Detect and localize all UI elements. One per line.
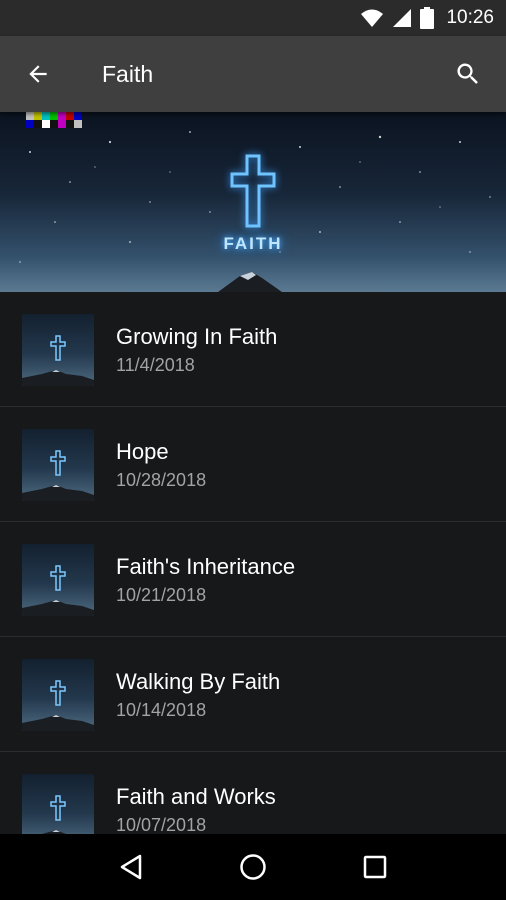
status-time: 10:26 bbox=[446, 7, 494, 28]
list-item[interactable]: Growing In Faith 11/4/2018 bbox=[0, 292, 506, 407]
search-icon bbox=[457, 63, 478, 84]
episode-thumbnail bbox=[22, 774, 94, 834]
episode-date: 10/28/2018 bbox=[116, 470, 207, 490]
nav-home-button[interactable] bbox=[229, 843, 277, 891]
cross-thumbnail-icon bbox=[22, 450, 94, 501]
page-title: Faith bbox=[102, 61, 154, 87]
system-nav-bar bbox=[0, 834, 506, 900]
search-button[interactable] bbox=[448, 54, 488, 94]
back-button[interactable] bbox=[18, 54, 58, 94]
list-item[interactable]: Faith and Works 10/07/2018 bbox=[0, 752, 506, 834]
episode-date: 10/07/2018 bbox=[116, 815, 207, 834]
episode-thumbnail bbox=[22, 544, 94, 616]
starry-sky-illustration bbox=[19, 131, 491, 292]
series-logo-text: FAITH bbox=[223, 234, 283, 253]
cross-thumbnail-icon bbox=[22, 565, 94, 616]
nav-recents-button[interactable] bbox=[351, 843, 399, 891]
back-triangle-icon bbox=[120, 854, 142, 880]
episode-title: Walking By Faith bbox=[116, 669, 281, 694]
episode-title: Faith's Inheritance bbox=[116, 554, 296, 579]
episode-date: 10/14/2018 bbox=[116, 700, 207, 720]
episode-date: 11/4/2018 bbox=[116, 355, 195, 375]
episode-title: Hope bbox=[116, 439, 169, 464]
episode-list: Growing In Faith 11/4/2018 Hope 10/28/20… bbox=[0, 292, 506, 834]
battery-icon bbox=[420, 7, 435, 29]
recents-square-icon bbox=[363, 855, 387, 879]
episode-title: Faith and Works bbox=[116, 784, 276, 809]
cross-thumbnail-icon bbox=[22, 680, 94, 731]
arrow-left-icon bbox=[29, 65, 47, 83]
cellular-signal-icon bbox=[393, 9, 412, 27]
status-icons: 10:26 bbox=[360, 0, 494, 36]
list-item[interactable]: Faith's Inheritance 10/21/2018 bbox=[0, 522, 506, 637]
series-hero-banner: FAITH bbox=[0, 112, 506, 292]
episode-thumbnail bbox=[22, 659, 94, 731]
episode-title: Growing In Faith bbox=[116, 324, 278, 349]
wifi-icon bbox=[361, 9, 384, 27]
home-circle-icon bbox=[240, 854, 266, 880]
list-item[interactable]: Hope 10/28/2018 bbox=[0, 407, 506, 522]
episode-thumbnail bbox=[22, 429, 94, 501]
cross-thumbnail-icon bbox=[22, 335, 94, 386]
episode-thumbnail bbox=[22, 314, 94, 386]
episode-date: 10/21/2018 bbox=[116, 585, 207, 605]
status-bar: 10:26 bbox=[0, 0, 506, 36]
nav-back-button[interactable] bbox=[107, 843, 155, 891]
cross-thumbnail-icon bbox=[42, 795, 66, 834]
app-bar: Faith bbox=[0, 36, 506, 112]
list-item[interactable]: Walking By Faith 10/14/2018 bbox=[0, 637, 506, 752]
color-test-bars bbox=[26, 112, 82, 128]
